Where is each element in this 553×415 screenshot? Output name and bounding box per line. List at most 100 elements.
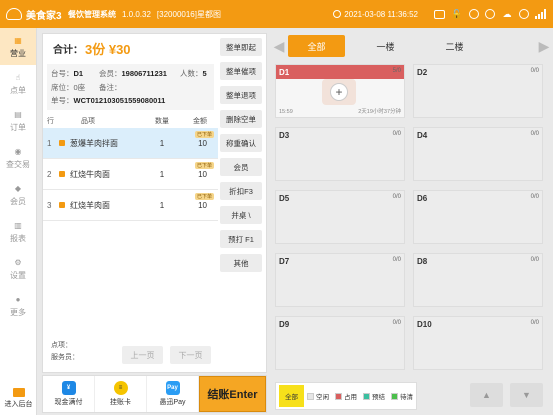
system-name: 餐饮管理系统 (68, 9, 116, 19)
next-page-button[interactable]: 下一页 (170, 346, 211, 364)
fire-all-button[interactable]: 整单即起 (220, 38, 262, 56)
cloud-icon (6, 8, 22, 20)
plus-icon[interactable]: + (330, 83, 348, 101)
nav-item-reports[interactable]: ▥ 报表 (0, 213, 36, 250)
table-card[interactable]: D2 0/0 (413, 64, 543, 118)
pre-print-button[interactable]: 预打 F1 (220, 230, 262, 248)
table-name: D3 (279, 131, 290, 140)
table-card[interactable]: D5 0/0 (275, 190, 405, 244)
order-main: 合计： 3份 ¥30 台号：D1 会员：19806711231 人数：5 席位：… (43, 34, 218, 372)
col-amount: 金额 (193, 118, 207, 125)
clock-icon (333, 10, 342, 18)
tab-all[interactable]: 全部 (288, 35, 345, 57)
item-name-cell: 红烧牛肉面 (59, 169, 149, 180)
item-checkbox[interactable] (59, 171, 65, 177)
filter-all[interactable]: 全部 (279, 385, 304, 407)
pay-icon: Pay (165, 381, 180, 395)
card-pay-button[interactable]: ≡ 挂账卡 (95, 376, 147, 412)
return-all-button[interactable]: 整单退项 (220, 86, 262, 104)
power-icon[interactable] (519, 9, 529, 19)
nav-item-settings[interactable]: ⚙ 设置 (0, 250, 36, 287)
open-time: 15:59 (279, 109, 293, 115)
pay-label: 挂账卡 (110, 399, 131, 406)
tab-floor-1[interactable]: 一楼 (357, 35, 414, 57)
chevron-left-icon[interactable]: ◀ (270, 38, 288, 55)
item-checkbox[interactable] (59, 140, 65, 146)
filter-free[interactable]: 空闲 (304, 385, 332, 407)
table-card[interactable]: D9 0/0 (275, 316, 405, 370)
table-capacity: 0/0 (392, 257, 401, 263)
app-name: 美食家3 (26, 10, 62, 22)
table-card[interactable]: D7 0/0 (275, 253, 405, 307)
merge-table-button[interactable]: 并桌 \ (220, 206, 262, 224)
table-card[interactable]: D6 0/0 (413, 190, 543, 244)
free-swatch (307, 392, 314, 400)
lock-icon[interactable]: 🔓 (451, 8, 463, 20)
item-name: 红烧羊肉面 (70, 200, 110, 210)
page-up-button[interactable]: ▲ (470, 383, 503, 407)
seat-field: 席位：0座 (51, 83, 86, 92)
weigh-confirm-button[interactable]: 称重确认 (220, 134, 262, 152)
people-field: 人数：5 (180, 69, 207, 78)
table-card[interactable]: D4 0/0 (413, 127, 543, 181)
nav-item-orders[interactable]: ▤ 订单 (0, 102, 36, 139)
info-icon[interactable] (469, 9, 479, 19)
table-card[interactable]: D10 0/0 (413, 316, 543, 370)
online-pay-button[interactable]: Pay 愚迅Pay (147, 376, 199, 412)
user-icon[interactable] (485, 9, 495, 19)
waiter-label: 服务员： (51, 354, 79, 361)
order-item-row[interactable]: 3 红烧羊肉面 1 10 已下单 (43, 190, 218, 221)
backend-button[interactable]: 进入后台 (0, 388, 37, 409)
nav-label: 更多 (10, 308, 26, 317)
member-field: 会员：19806711231 (99, 69, 167, 78)
pay-label: 现金满付 (54, 399, 83, 406)
signal-icon (535, 9, 547, 19)
main-nav: ▦ 营业 ☝ 点单 ▤ 订单 ◉ 查交易 ◆ 会员 ▥ 报表 ⚙ 设置 ● 更多… (0, 28, 37, 415)
order-item-row[interactable]: 1 葱爆羊肉拌面 1 10 已下单 (43, 128, 218, 159)
table-capacity: 0/0 (530, 257, 539, 263)
store-name: [32000016]星都图 (156, 9, 221, 19)
chevron-right-icon[interactable]: ▶ (535, 38, 553, 55)
nav-label: 报表 (10, 234, 26, 243)
nav-item-members[interactable]: ◆ 会员 (0, 176, 36, 213)
cash-pay-button[interactable]: ¥ 现金满付 (43, 376, 95, 412)
discount-button[interactable]: 折扣F3 (220, 182, 262, 200)
nav-item-order[interactable]: ☝ 点单 (0, 65, 36, 102)
monitor-icon[interactable] (434, 9, 445, 19)
table-name: D9 (279, 320, 290, 329)
table-card[interactable]: D3 0/0 (275, 127, 405, 181)
other-button[interactable]: 其他 (220, 254, 262, 272)
occupied-bar (276, 65, 404, 79)
more-icon: ● (15, 294, 21, 304)
filter-occupied[interactable]: 占用 (332, 385, 360, 407)
page-down-button[interactable]: ▼ (510, 383, 543, 407)
rush-all-button[interactable]: 整单催项 (220, 62, 262, 80)
backend-label: 进入后台 (4, 401, 33, 408)
table-card[interactable]: D8 0/0 (413, 253, 543, 307)
ordered-tag: 已下单 (194, 193, 214, 200)
nav-item-transactions[interactable]: ◉ 查交易 (0, 139, 36, 176)
nav-item-business[interactable]: ▦ 营业 (0, 28, 36, 65)
item-amount: 10 (198, 169, 207, 179)
payment-bar: ¥ 现金满付 ≡ 挂账卡 Pay 愚迅Pay 结账Enter (42, 375, 267, 413)
delete-empty-button[interactable]: 删除空单 (220, 110, 262, 128)
table-card[interactable]: D1 5/0 + 15:59 2天19小时37分钟 (275, 64, 405, 118)
order-actions: 整单即起 整单催项 整单退项 删除空单 称重确认 会员 折扣F3 并桌 \ 预打… (220, 38, 264, 278)
diamond-icon: ◆ (14, 183, 22, 193)
order-item-row[interactable]: 2 红烧牛肉面 1 10 已下单 (43, 159, 218, 190)
item-checkbox[interactable] (59, 202, 65, 208)
pre-settled-swatch (363, 392, 370, 400)
item-name: 红烧牛肉面 (70, 169, 110, 179)
member-button[interactable]: 会员 (220, 158, 262, 176)
area-tabs: ◀ 全部 一楼 二楼 ▶ (270, 33, 553, 59)
prev-page-button[interactable]: 上一页 (122, 346, 163, 364)
tab-floor-2[interactable]: 二楼 (426, 35, 483, 57)
filter-pre-settled[interactable]: 预结 (360, 385, 388, 407)
filter-to-clean[interactable]: 待清 (388, 385, 416, 407)
item-no: 3 (47, 200, 52, 210)
cloud-sync-icon[interactable]: ☁ (501, 8, 513, 20)
app-logo: 美食家3 (0, 7, 68, 22)
settle-button[interactable]: 结账Enter (199, 376, 266, 412)
nav-label: 会员 (10, 197, 26, 206)
nav-item-more[interactable]: ● 更多 (0, 287, 36, 324)
